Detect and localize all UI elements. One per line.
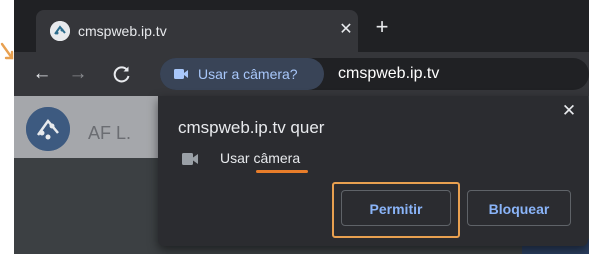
site-logo-icon [26, 107, 70, 151]
reload-icon[interactable] [112, 64, 132, 84]
page-header: AF L. [14, 96, 164, 158]
video-camera-icon [174, 69, 188, 79]
camera-chip-label: Usar a câmera? [198, 66, 298, 82]
tab-strip: cmspweb.ip.tv ✕ + [14, 0, 589, 52]
prompt-title: cmspweb.ip.tv quer [178, 118, 325, 137]
new-tab-button[interactable]: + [370, 16, 394, 40]
forward-button[interactable]: → [64, 52, 92, 96]
back-button[interactable]: ← [28, 52, 56, 96]
permission-prompt: ✕ cmspweb.ip.tv quer Usar câmera Permiti… [158, 96, 588, 246]
page-site-name: AF L. [88, 123, 132, 143]
address-bar[interactable]: Usar a câmera? cmspweb.ip.tv [160, 58, 589, 90]
annotation-arrow-icon [0, 42, 14, 60]
tab-close-icon[interactable]: ✕ [336, 20, 356, 40]
prompt-close-icon[interactable]: ✕ [559, 101, 579, 121]
camera-permission-chip[interactable]: Usar a câmera? [160, 58, 324, 90]
block-button[interactable]: Bloquear [467, 190, 571, 226]
permission-label: Usar câmera [220, 150, 301, 166]
browser-tab[interactable]: cmspweb.ip.tv ✕ [36, 10, 358, 52]
url-text[interactable]: cmspweb.ip.tv [338, 64, 439, 84]
tab-title: cmspweb.ip.tv [78, 23, 167, 39]
browser-toolbar: ← → Usar a câmera? cmspweb.ip.tv [14, 52, 589, 96]
video-camera-icon [182, 153, 198, 165]
site-favicon-icon [50, 21, 70, 41]
annotation-highlight-box [332, 182, 460, 238]
annotation-underline [256, 170, 308, 173]
